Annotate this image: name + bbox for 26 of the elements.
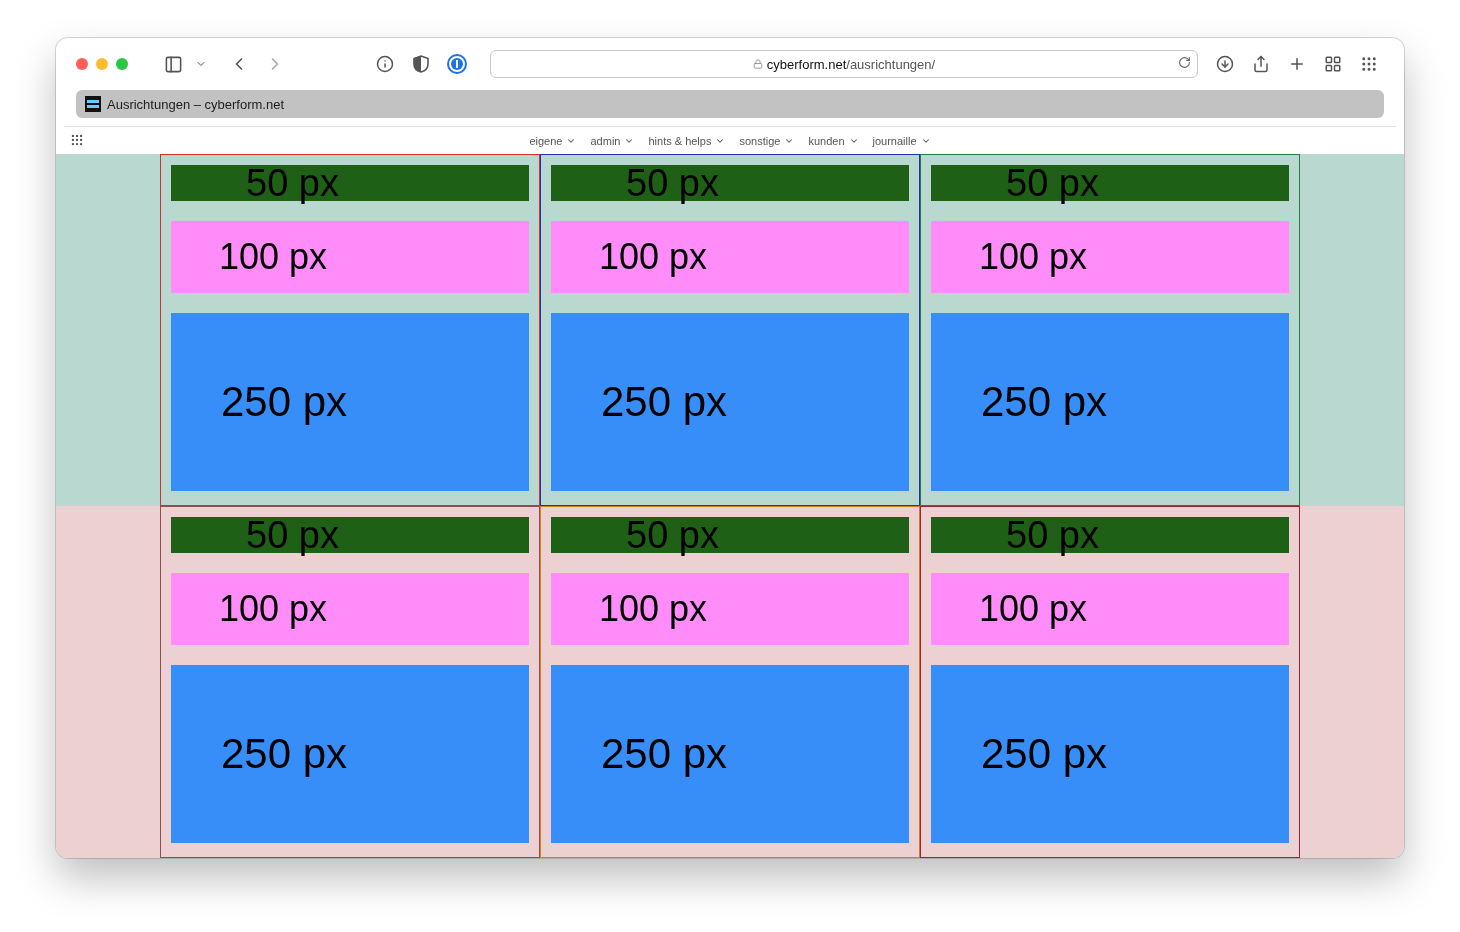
close-icon[interactable] xyxy=(76,58,88,70)
size-block: 100 px xyxy=(551,221,909,293)
nav-menu-item[interactable]: hints & helps xyxy=(648,134,726,147)
size-block: 100 px xyxy=(171,221,529,293)
size-block: 100 px xyxy=(931,573,1289,645)
site-logo xyxy=(85,96,101,112)
dots-grid-icon[interactable] xyxy=(70,133,84,147)
nav-menu-item[interactable]: eigene xyxy=(529,134,577,147)
browser-tab[interactable]: Ausrichtungen – cyberform.net xyxy=(76,90,1384,118)
size-block: 100 px xyxy=(171,573,529,645)
reload-icon[interactable] xyxy=(1178,56,1191,69)
nav-menu-item[interactable]: kunden xyxy=(808,134,859,147)
size-block: 250 px xyxy=(931,313,1289,491)
nav-menu-item[interactable]: admin xyxy=(590,134,635,147)
size-block: 250 px xyxy=(171,313,529,491)
nav-menu-item[interactable]: journaille xyxy=(872,134,931,147)
tab-title: Ausrichtungen – cyberform.net xyxy=(107,96,285,112)
address-field[interactable]: cyberform.net/ausrichtungen/ xyxy=(490,50,1198,78)
nav-menu-item[interactable]: sonstige xyxy=(739,134,795,147)
size-block: 100 px xyxy=(931,221,1289,293)
size-block: 100 px xyxy=(551,573,909,645)
lock-icon xyxy=(752,59,763,69)
size-block: 250 px xyxy=(551,313,909,491)
size-block: 250 px xyxy=(931,665,1289,843)
size-block: 250 px xyxy=(171,665,529,843)
size-block: 250 px xyxy=(551,665,909,843)
